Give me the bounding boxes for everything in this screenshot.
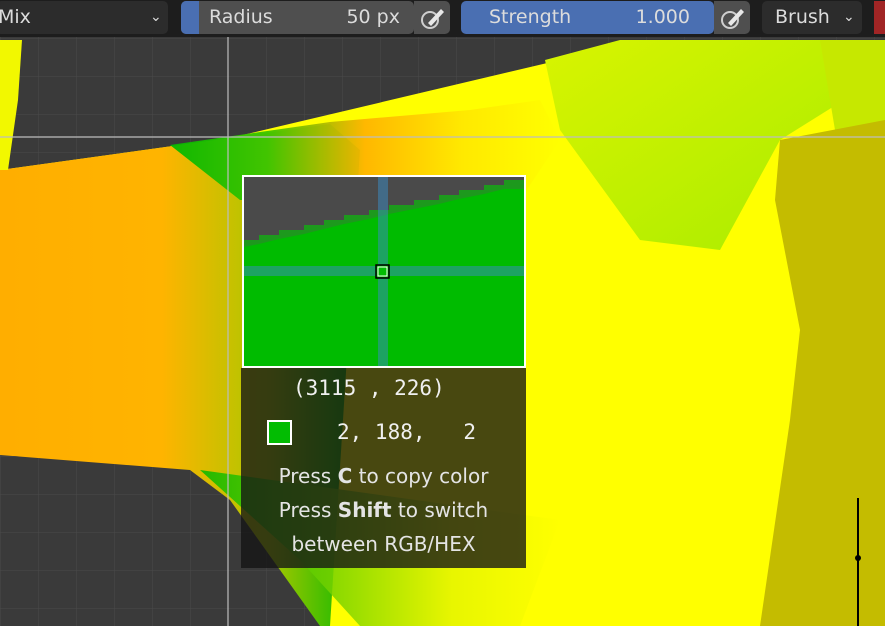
radius-field[interactable]: Radius 50 px [181,1,414,34]
key-shift: Shift [337,498,392,522]
chevron-down-icon: ⌄ [150,9,162,25]
color-picker-magnifier [242,175,526,368]
brush-menu-label: Brush [775,6,830,28]
pen-pressure-icon [721,9,744,29]
pen-pressure-icon [421,9,444,29]
tool-header: Mix ⌄ Radius 50 px Strength 1.000 Brush … [0,0,885,37]
strength-field[interactable]: Strength 1.000 [461,1,714,34]
radius-value: 50 px [346,6,400,28]
rgb-value: 2, 188, 2 [337,420,477,444]
radius-label: Radius [209,6,273,28]
key-c: C [337,464,353,488]
hint-switch-format: Press Shift to switch [278,498,489,522]
header-tab-edge [874,1,885,34]
blend-mode-value: Mix [0,6,31,28]
color-picker-info: (3115 , 226) 2, 188, 2 Press C to copy c… [241,368,526,568]
strength-pressure-toggle[interactable] [714,1,750,34]
pixel-coordinates: (3115 , 226) [293,376,445,400]
chevron-down-icon: ⌄ [843,9,855,25]
strength-value: 1.000 [635,6,690,28]
brush-menu[interactable]: Brush ⌄ [762,1,862,34]
radius-fill [181,1,199,34]
radius-pressure-toggle[interactable] [414,1,450,34]
color-swatch [267,420,292,445]
strength-label: Strength [489,6,572,28]
hint-format-names: between RGB/HEX [291,532,476,556]
hint-copy-color: Press C to copy color [278,464,489,488]
blend-mode-dropdown[interactable]: Mix ⌄ [0,1,168,34]
